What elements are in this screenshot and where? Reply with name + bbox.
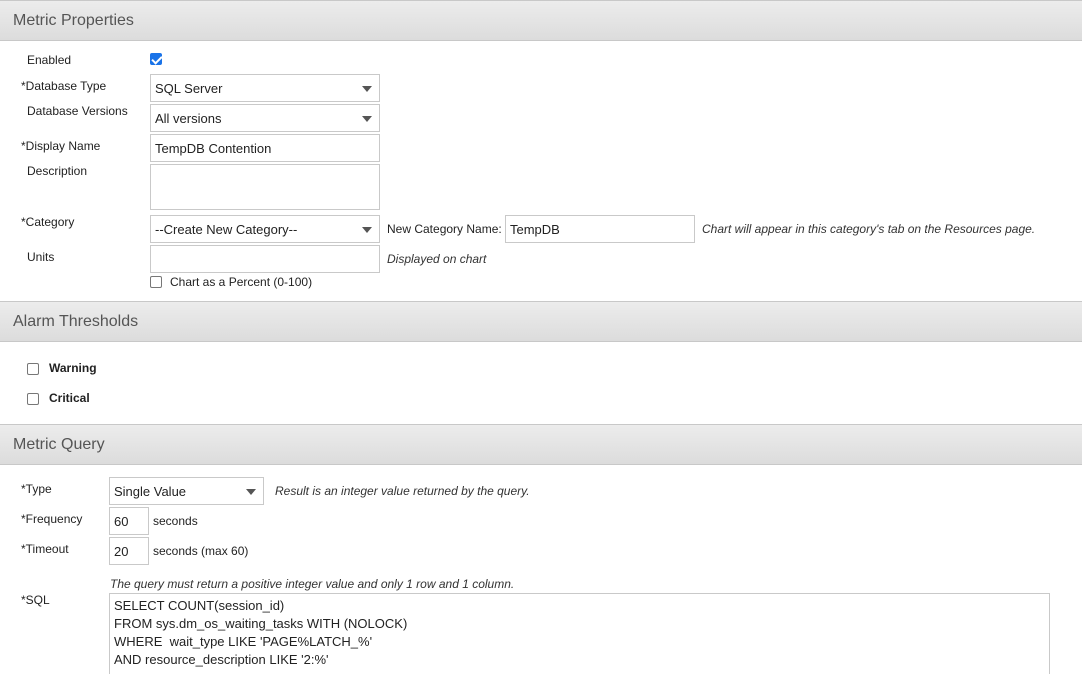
enabled-checkbox[interactable]	[150, 53, 162, 65]
frequency-unit: seconds	[153, 514, 198, 528]
database-type-value: SQL Server	[155, 80, 223, 96]
sql-label: *SQL	[21, 593, 50, 607]
chart-as-percent-label: Chart as a Percent (0-100)	[170, 275, 313, 289]
sql-line: SELECT COUNT(session_id)	[114, 598, 285, 613]
units-label: Units	[27, 250, 55, 264]
timeout-label: *Timeout	[21, 542, 69, 556]
frequency-input[interactable]: 60	[109, 507, 149, 535]
category-value: --Create New Category--	[155, 221, 298, 237]
database-versions-select[interactable]: All versions	[150, 104, 380, 132]
chevron-down-icon	[362, 116, 372, 122]
alarm-thresholds-header: Alarm Thresholds	[0, 301, 1082, 342]
category-select[interactable]: --Create New Category--	[150, 215, 380, 243]
units-hint: Displayed on chart	[387, 252, 487, 266]
critical-label: Critical	[49, 391, 90, 405]
chevron-down-icon	[362, 227, 372, 233]
database-type-select[interactable]: SQL Server	[150, 74, 380, 102]
description-label: Description	[27, 164, 88, 178]
new-category-name-input[interactable]: TempDB	[505, 215, 695, 243]
chart-as-percent-checkbox[interactable]	[150, 276, 162, 288]
category-label: *Category	[21, 215, 75, 229]
warning-checkbox[interactable]	[27, 363, 39, 375]
units-input[interactable]	[150, 245, 380, 273]
display-name-input[interactable]: TempDB Contention	[150, 134, 380, 162]
new-category-name-label: New Category Name:	[387, 222, 502, 236]
database-versions-label: Database Versions	[27, 104, 128, 118]
chevron-down-icon	[362, 86, 372, 92]
frequency-value: 60	[114, 513, 129, 529]
sql-hint: The query must return a positive integer…	[110, 577, 515, 591]
type-value: Single Value	[114, 483, 187, 499]
critical-checkbox[interactable]	[27, 393, 39, 405]
database-type-label: *Database Type	[21, 79, 107, 93]
display-name-value: TempDB Contention	[155, 140, 272, 156]
category-hint: Chart will appear in this category's tab…	[702, 222, 1036, 236]
sql-textarea[interactable]: SELECT COUNT(session_id) FROM sys.dm_os_…	[109, 593, 1050, 674]
type-label: *Type	[21, 482, 52, 496]
description-textarea[interactable]	[150, 164, 380, 210]
timeout-unit: seconds (max 60)	[153, 544, 249, 558]
chevron-down-icon	[246, 489, 256, 495]
sql-line: WHERE wait_type LIKE 'PAGE%LATCH_%'	[114, 634, 373, 649]
display-name-label: *Display Name	[21, 139, 101, 153]
new-category-name-value: TempDB	[510, 221, 560, 237]
warning-label: Warning	[49, 361, 97, 375]
frequency-label: *Frequency	[21, 512, 83, 526]
sql-line: AND resource_description LIKE '2:%'	[114, 652, 329, 667]
database-versions-value: All versions	[155, 110, 222, 126]
timeout-input[interactable]: 20	[109, 537, 149, 565]
sql-line: FROM sys.dm_os_waiting_tasks WITH (NOLOC…	[114, 616, 408, 631]
type-select[interactable]: Single Value	[109, 477, 264, 505]
type-hint: Result is an integer value returned by t…	[275, 484, 530, 498]
enabled-label: Enabled	[27, 53, 72, 67]
timeout-value: 20	[114, 543, 129, 559]
metric-properties-header: Metric Properties	[0, 0, 1082, 41]
metric-query-header: Metric Query	[0, 424, 1082, 465]
